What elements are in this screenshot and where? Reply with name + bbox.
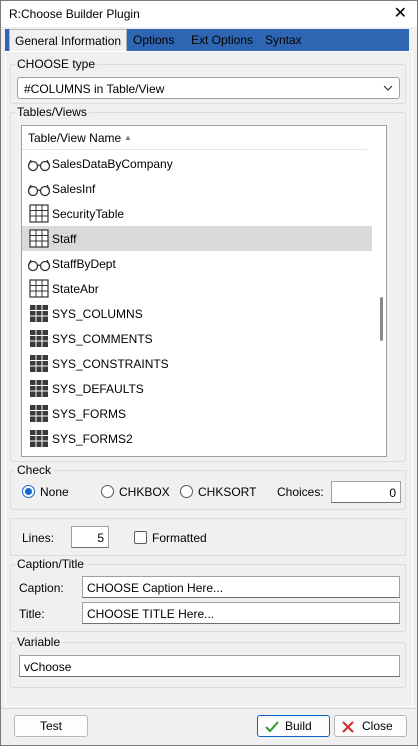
table-view-row[interactable]: StaffByDept (22, 251, 372, 276)
table-view-row[interactable]: SYS_FORMS2 (22, 426, 372, 451)
table-view-row[interactable]: SYS_FORMS (22, 401, 372, 426)
test-button-label: Test (39, 719, 62, 733)
build-button[interactable]: Build (257, 715, 330, 737)
choose-type-select[interactable]: #COLUMNS in Table/View (17, 77, 400, 99)
table-view-row[interactable]: SYS_DEFAULTS (22, 376, 372, 401)
vertical-scrollbar[interactable] (377, 127, 385, 455)
table-view-name: SYS_FORMS2 (52, 432, 133, 446)
table-view-name: SYS_COLUMNS (52, 307, 143, 321)
table-view-name: SalesDataByCompany (52, 157, 173, 171)
tab-syntax[interactable]: Syntax (260, 29, 307, 51)
check-chksort-label: CHKSORT (198, 485, 257, 499)
caption-title-legend: Caption/Title (15, 557, 86, 571)
table-view-row[interactable]: Staff (22, 226, 372, 251)
table-view-name: SYS_DEFAULTS (52, 382, 144, 396)
checkmark-icon (265, 721, 279, 733)
table-view-row[interactable]: SYS_CONSTRAINTS (22, 351, 372, 376)
table-view-name: SYS_COMMENTS (52, 332, 153, 346)
choices-value: 0 (389, 486, 396, 500)
tab-ext-options[interactable]: Ext Options (186, 29, 258, 51)
formatted-label: Formatted (152, 531, 207, 545)
table-icon (27, 229, 51, 248)
view-icon (27, 179, 51, 198)
tables-views-legend: Tables/Views (15, 105, 89, 119)
view-icon (27, 254, 51, 273)
variable-value: vChoose (24, 660, 72, 674)
check-legend: Check (15, 463, 54, 477)
title-label: Title: (19, 607, 45, 621)
variable-group: Variable vChoose (10, 635, 406, 688)
system-table-icon (27, 429, 51, 448)
formatted-checkbox[interactable] (134, 531, 147, 544)
system-table-icon (27, 304, 51, 323)
table-view-name: SalesInf (52, 182, 96, 196)
close-button-label: Close (362, 719, 393, 733)
variable-legend: Variable (15, 635, 63, 649)
table-view-row[interactable]: StateAbr (22, 276, 372, 301)
tab-general-information[interactable]: General Information (9, 29, 128, 52)
system-table-icon (27, 379, 51, 398)
chevron-down-icon (383, 85, 393, 91)
check-none-radio[interactable] (22, 485, 35, 498)
variable-input[interactable]: vChoose (19, 655, 400, 677)
footer-divider (1, 708, 417, 709)
check-group: Check None CHKBOX CHKSORT Choices: 0 (10, 463, 406, 510)
general-information-panel: CHOOSE type #COLUMNS in Table/View Table… (5, 51, 413, 707)
table-view-name: Staff (52, 232, 77, 246)
table-icon (27, 204, 51, 223)
table-icon (27, 279, 51, 298)
caption-input[interactable]: CHOOSE Caption Here... (82, 576, 400, 598)
scrollbar-thumb[interactable] (380, 297, 383, 341)
caption-value: CHOOSE Caption Here... (87, 581, 224, 595)
title-bar: R:Choose Builder Plugin ✕ (1, 1, 417, 27)
title-value: CHOOSE TITLE Here... (87, 607, 215, 621)
close-x-icon (342, 721, 354, 733)
close-button[interactable]: Close (334, 715, 407, 737)
lines-input[interactable]: 5 (71, 526, 109, 548)
check-none-label: None (40, 485, 69, 499)
lines-value: 5 (97, 531, 104, 545)
build-button-label: Build (285, 719, 312, 733)
tables-views-list[interactable]: Table/View Name ▲ SalesDataByCompany Sale… (21, 125, 387, 457)
table-view-row[interactable]: SalesInf (22, 176, 372, 201)
title-input[interactable]: CHOOSE TITLE Here... (82, 602, 400, 624)
column-header-label: Table/View Name (28, 131, 122, 145)
choices-label: Choices: (277, 485, 324, 499)
test-button[interactable]: Test (14, 715, 88, 737)
table-view-name: StaffByDept (52, 257, 116, 271)
table-view-name: SYS_FORMS (52, 407, 127, 421)
table-view-row[interactable]: SYS_COMMENTS (22, 326, 372, 351)
choices-input[interactable]: 0 (331, 481, 401, 503)
choose-type-group: CHOOSE type #COLUMNS in Table/View (10, 57, 406, 104)
system-table-icon (27, 329, 51, 348)
tables-views-group: Tables/Views Table/View Name ▲ SalesData… (10, 105, 406, 462)
lines-group: Lines: 5 Formatted (10, 518, 406, 556)
view-icon (27, 154, 51, 173)
caption-label: Caption: (19, 581, 64, 595)
choose-type-value: #COLUMNS in Table/View (24, 82, 165, 96)
system-table-icon (27, 354, 51, 373)
caption-title-group: Caption/Title Caption: CHOOSE Caption He… (10, 557, 406, 632)
system-table-icon (27, 404, 51, 423)
check-chkbox-radio[interactable] (101, 485, 114, 498)
check-chksort-radio[interactable] (180, 485, 193, 498)
table-view-name: StateAbr (52, 282, 99, 296)
lines-label: Lines: (22, 531, 55, 545)
choose-type-legend: CHOOSE type (15, 57, 98, 71)
table-view-name: SecurityTable (52, 207, 125, 221)
tab-strip: General Information Options Ext Options … (5, 29, 409, 52)
window-title: R:Choose Builder Plugin (9, 7, 140, 21)
window-close-icon[interactable]: ✕ (394, 4, 407, 22)
dialog-window: R:Choose Builder Plugin ✕ General Inform… (0, 0, 418, 746)
column-header-table-view-name[interactable]: Table/View Name ▲ (22, 126, 367, 150)
table-view-row[interactable]: SYS_COLUMNS (22, 301, 372, 326)
table-view-row[interactable]: SalesDataByCompany (22, 151, 372, 176)
table-view-row[interactable]: SecurityTable (22, 201, 372, 226)
check-chkbox-label: CHKBOX (119, 485, 170, 499)
tab-options[interactable]: Options (128, 29, 179, 51)
sort-ascending-icon: ▲ (124, 133, 132, 142)
table-view-name: SYS_CONSTRAINTS (52, 357, 169, 371)
